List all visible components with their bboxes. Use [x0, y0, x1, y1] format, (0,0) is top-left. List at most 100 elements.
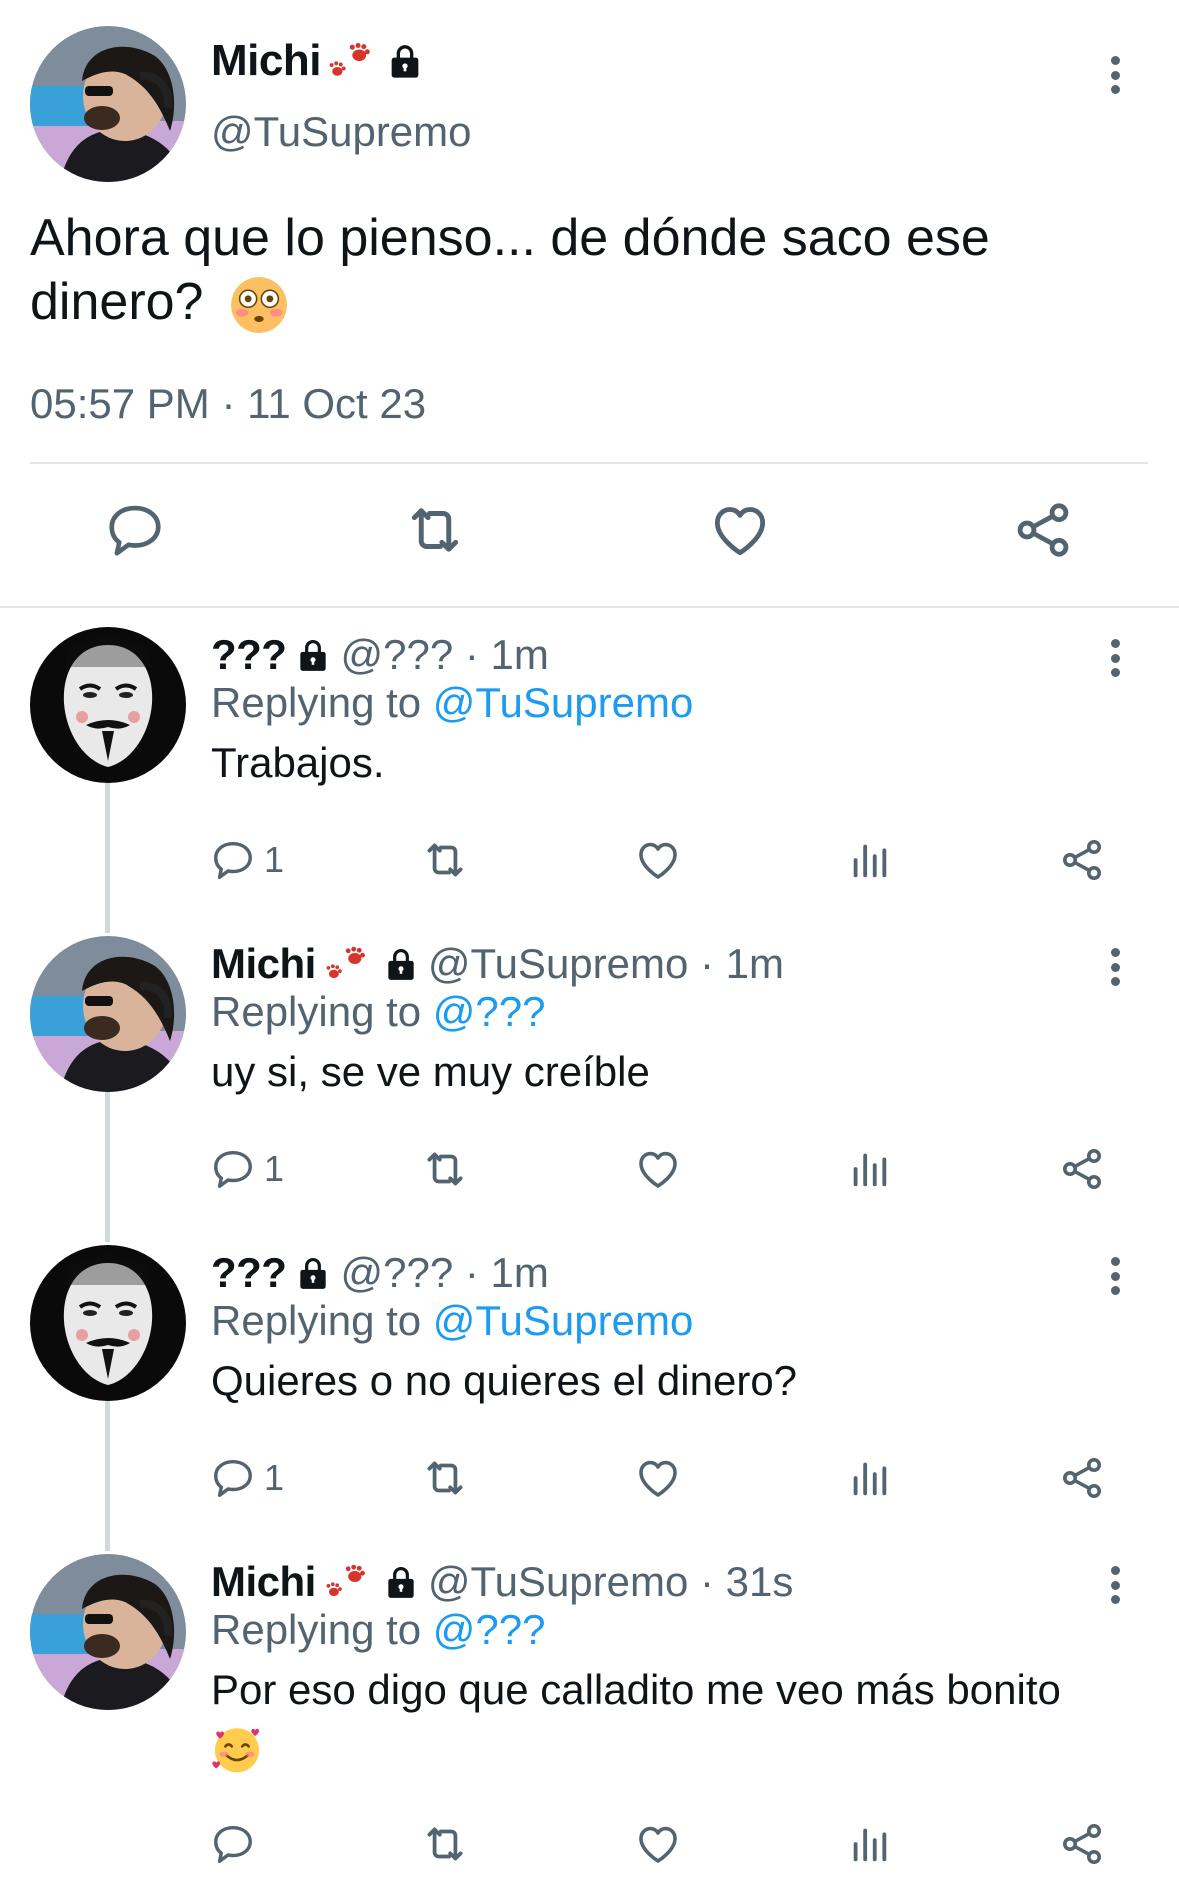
retweet-button[interactable] [420, 830, 470, 890]
retweet-icon [420, 1819, 470, 1869]
avatar[interactable] [30, 1554, 186, 1710]
reply-text: uy si, se ve muy creíble [211, 1048, 650, 1095]
author-name[interactable]: ??? [211, 631, 287, 679]
views-button[interactable] [846, 1448, 892, 1508]
paw-icon [324, 946, 368, 982]
more-options-icon[interactable] [1100, 1251, 1130, 1301]
more-options-icon[interactable] [1100, 942, 1130, 992]
like-button[interactable] [634, 1139, 682, 1199]
lock-icon [294, 1254, 332, 1292]
mention-link[interactable]: @TuSupremo [433, 1297, 694, 1344]
reply-text: Quieres o no quieres el dinero? [211, 1357, 798, 1404]
reply-text: Trabajos. [211, 739, 385, 786]
like-button[interactable] [634, 830, 682, 890]
retweet-button[interactable] [420, 1448, 470, 1508]
reply-header: ??? @??? · 1m [211, 1249, 549, 1297]
action-bar: 1 [0, 1448, 1179, 1508]
reply-header: Michi @TuSupremo · 31s [211, 1558, 793, 1606]
tweet-body: Ahora que lo pienso... de dónde saco ese… [30, 209, 990, 331]
share-button[interactable] [1058, 1814, 1106, 1874]
author-handle[interactable]: @??? · 1m [340, 1249, 548, 1297]
replying-prefix: Replying to [211, 1297, 433, 1344]
reply-tweet[interactable]: ??? @??? · 1m Replying to @TuSupremo Qui… [0, 1225, 1179, 1551]
reply-text: Por eso digo que calladito me veo más bo… [211, 1662, 1131, 1775]
divider [30, 462, 1148, 464]
lock-icon [294, 636, 332, 674]
author-name-row[interactable]: Michi [211, 36, 425, 86]
reply-count: 1 [264, 839, 285, 880]
reply-header: ??? @??? · 1m [211, 631, 549, 679]
reply-button[interactable]: 1 [210, 1139, 284, 1199]
timestamp[interactable]: 05:57 PM · 11 Oct 23 [30, 380, 426, 428]
main-tweet: Michi @TuSupremo Ahora que lo pienso... … [0, 0, 1179, 608]
mention-link[interactable]: @TuSupremo [433, 679, 694, 726]
reply-button[interactable]: 1 [210, 1448, 284, 1508]
reply-button[interactable] [210, 1814, 264, 1874]
reply-button[interactable]: 1 [210, 830, 284, 890]
action-bar [0, 490, 1179, 580]
views-button[interactable] [846, 1814, 892, 1874]
share-button[interactable] [1058, 1139, 1106, 1199]
avatar[interactable] [30, 1245, 186, 1401]
reply-count: 1 [264, 1148, 285, 1189]
paw-icon [324, 1564, 368, 1600]
replying-prefix: Replying to [211, 988, 433, 1035]
author-handle[interactable]: @TuSupremo [211, 108, 472, 156]
reply-icon [210, 837, 256, 883]
like-button[interactable] [634, 1814, 682, 1874]
retweet-icon [420, 835, 470, 885]
reply-icon [210, 1455, 256, 1501]
avatar[interactable] [30, 627, 186, 783]
retweet-button[interactable] [400, 490, 470, 570]
author-name[interactable]: Michi [211, 36, 321, 86]
mention-link[interactable]: @??? [433, 988, 546, 1035]
like-button[interactable] [634, 1448, 682, 1508]
reply-icon [210, 1146, 256, 1192]
reply-tweet[interactable]: Michi @TuSupremo · 1m Replying to @??? u… [0, 916, 1179, 1242]
action-bar [0, 1814, 1179, 1874]
action-bar: 1 [0, 1139, 1179, 1199]
reply-count: 1 [264, 1457, 285, 1498]
author-name[interactable]: Michi [211, 1558, 316, 1606]
action-bar: 1 [0, 830, 1179, 890]
mention-link[interactable]: @??? [433, 1606, 546, 1653]
flushed-face-icon [228, 274, 290, 336]
author-name[interactable]: Michi [211, 940, 316, 988]
share-button[interactable] [1058, 830, 1106, 890]
author-name[interactable]: ??? [211, 1249, 287, 1297]
reply-tweet[interactable]: Michi @TuSupremo · 31s Replying to @??? … [0, 1534, 1179, 1890]
author-handle[interactable]: @TuSupremo · 1m [428, 940, 784, 988]
replying-to: Replying to @TuSupremo [211, 679, 693, 727]
like-button[interactable] [705, 490, 775, 570]
more-options-icon[interactable] [1100, 1560, 1130, 1610]
stats-icon [846, 1821, 892, 1867]
share-icon [1058, 836, 1106, 884]
tweet-text: Ahora que lo pienso... de dónde saco ese… [30, 206, 1140, 336]
reply-tweet[interactable]: ??? @??? · 1m Replying to @TuSupremo Tra… [0, 607, 1179, 933]
retweet-button[interactable] [420, 1139, 470, 1199]
share-button[interactable] [1058, 1448, 1106, 1508]
share-button[interactable] [1008, 490, 1078, 570]
more-options-icon[interactable] [1100, 633, 1130, 683]
replying-to: Replying to @??? [211, 1606, 546, 1654]
avatar[interactable] [30, 936, 186, 1092]
reply-header: Michi @TuSupremo · 1m [211, 940, 784, 988]
author-handle[interactable]: @TuSupremo · 31s [428, 1558, 794, 1606]
replying-to: Replying to @TuSupremo [211, 1297, 693, 1345]
more-options-icon[interactable] [1100, 50, 1130, 100]
author-handle[interactable]: @??? · 1m [340, 631, 548, 679]
lock-icon [382, 1563, 420, 1601]
views-button[interactable] [846, 830, 892, 890]
share-icon [1058, 1820, 1106, 1868]
heart-icon [634, 836, 682, 884]
lock-icon [382, 945, 420, 983]
heart-icon [634, 1454, 682, 1502]
avatar[interactable] [30, 26, 186, 182]
views-button[interactable] [846, 1139, 892, 1199]
paw-icon [327, 42, 373, 80]
reply-button[interactable] [100, 490, 170, 570]
share-icon [1058, 1145, 1106, 1193]
share-icon [1058, 1454, 1106, 1502]
retweet-button[interactable] [420, 1814, 470, 1874]
stats-icon [846, 1146, 892, 1192]
